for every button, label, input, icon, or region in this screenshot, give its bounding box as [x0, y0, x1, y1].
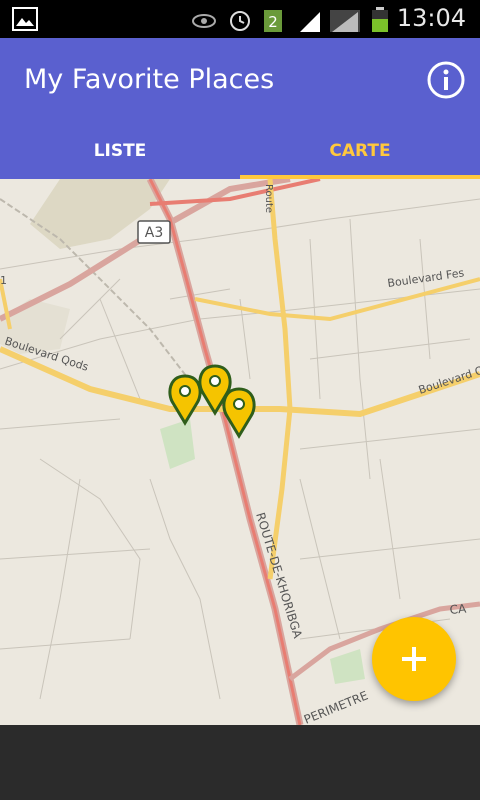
- add-place-button[interactable]: [372, 617, 456, 701]
- status-icons: 2: [192, 10, 360, 32]
- map-area: [160, 419, 195, 469]
- app-title: My Favorite Places: [24, 64, 275, 95]
- map-label-a3: A3: [145, 225, 163, 241]
- road-a3-north: [149, 179, 321, 206]
- signal-icon: [330, 10, 360, 32]
- road-boulevard-fes-link: [194, 277, 480, 322]
- tab-bar: LISTE CARTE: [0, 124, 480, 179]
- signal-icon: [300, 12, 320, 32]
- map-label-edge: 1: [0, 274, 7, 287]
- notification-count: 2: [268, 13, 278, 31]
- info-icon: [427, 61, 465, 99]
- navigation-bar: [0, 725, 480, 800]
- app-bar: My Favorite Places: [0, 38, 480, 124]
- gallery-icon: [12, 7, 38, 31]
- eye-icon: [192, 14, 216, 28]
- map-label-casablanca: CA: [449, 602, 468, 617]
- battery-icon: [372, 7, 388, 32]
- status-bar: 2 13:04: [0, 0, 480, 38]
- tab-map[interactable]: CARTE: [240, 124, 480, 179]
- road-vertical: [267, 179, 293, 580]
- status-time: 13:04: [396, 4, 466, 32]
- map-label-boulevard-qods-right: Boulevard Qo: [417, 361, 480, 396]
- tab-list[interactable]: LISTE: [0, 124, 240, 179]
- plus-icon: [402, 647, 426, 671]
- map-area: [330, 649, 365, 684]
- notification-badge-icon: 2: [264, 10, 282, 32]
- alarm-icon: [230, 11, 250, 31]
- map-marker[interactable]: [168, 374, 202, 426]
- info-button[interactable]: [426, 60, 466, 100]
- map-label-route-top: Route: [263, 184, 274, 213]
- map-label-perimetre: PERIMETRE: [302, 688, 370, 725]
